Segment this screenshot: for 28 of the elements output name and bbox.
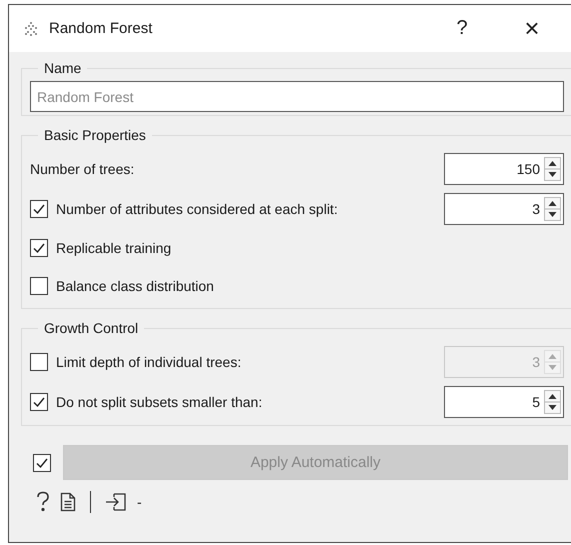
checkbox-label: Do not split subsets smaller than: [56,394,262,410]
checkbox-label: Number of attributes considered at each split: [56,201,338,217]
input-icon[interactable] [105,492,127,512]
checkmark-icon [32,395,46,409]
checkbox[interactable] [30,239,48,257]
name-field[interactable]: Random Forest [30,81,564,112]
close-button[interactable]: × [502,13,562,44]
checkbox-label: Balance class distribution [56,278,214,294]
checkbox-label: Limit depth of individual trees: [56,354,242,370]
app-icon [23,20,39,36]
checkmark-icon [32,202,46,216]
checkbox[interactable] [30,393,48,411]
output-status: - [137,494,142,510]
spin-arrows-icon[interactable] [544,390,561,414]
checkbox-label: Replicable training [56,240,172,256]
help-icon[interactable] [36,491,50,513]
spin-box[interactable]: 5 [444,386,564,418]
spin-arrows-icon[interactable] [544,197,561,221]
field-label: Number of trees: [30,161,134,177]
document-icon[interactable] [60,492,76,512]
help-button[interactable]: ? [432,17,492,40]
checkbox[interactable] [30,277,48,295]
window-title: Random Forest [49,20,154,37]
spin-arrows-icon[interactable] [544,157,561,181]
spin-box[interactable]: 150 [444,153,564,185]
checkbox[interactable] [30,200,48,218]
spin-box[interactable]: 3 [444,193,564,225]
checkmark-icon [32,241,46,255]
